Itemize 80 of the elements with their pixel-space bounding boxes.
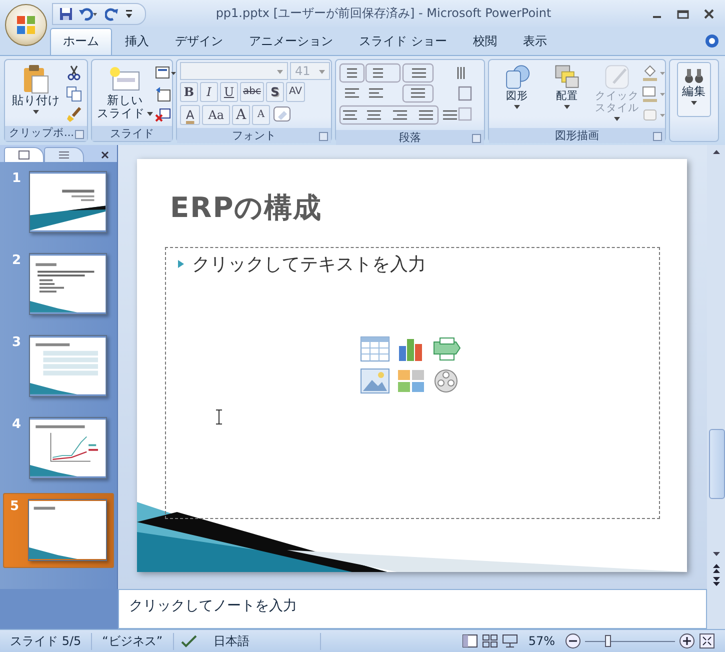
eraser-icon[interactable] (272, 104, 292, 123)
slideshow-icon[interactable] (502, 634, 518, 648)
customize-icon[interactable] (125, 8, 133, 19)
group-label: スライド (110, 126, 154, 141)
fill-bucket-icon[interactable] (642, 64, 666, 81)
sorter-view-icon[interactable] (482, 634, 498, 648)
shrink-font-button[interactable]: A (252, 104, 270, 125)
group-label: 段落 (399, 130, 421, 145)
group-label: 図形描画 (555, 128, 599, 143)
ribbon-tab[interactable]: デザイン (162, 28, 236, 55)
launcher-icon[interactable] (653, 132, 662, 141)
shadow-button[interactable]: S (266, 82, 284, 102)
edit-button[interactable]: 編集 (677, 62, 711, 117)
grow-font-button[interactable]: A (232, 104, 250, 125)
office-logo-icon (15, 14, 37, 36)
save-icon[interactable] (59, 6, 73, 21)
ribbon-tab[interactable]: 校閲 (460, 28, 510, 55)
zoom-level: 57% (528, 634, 555, 648)
change-case-button[interactable]: Aa (202, 104, 230, 125)
group-label: フォント (232, 128, 276, 143)
outline-pen-icon[interactable] (642, 86, 666, 102)
office-button[interactable] (5, 4, 47, 46)
outline-tab[interactable] (44, 146, 84, 162)
reset-icon[interactable] (155, 86, 171, 102)
table-icon[interactable] (360, 336, 390, 362)
drawing-button[interactable]: 配置 (542, 62, 592, 114)
spacing-button[interactable]: AV (286, 82, 306, 102)
content-placeholder[interactable]: クリックしてテキストを入力 (165, 246, 660, 519)
font-name-field[interactable] (180, 62, 288, 80)
slide-title: ERPの構成 (170, 190, 322, 226)
window-title: pp1.pptx [ユーザーが前回保存済み] - Microsoft PowerPoint (214, 5, 552, 22)
clipboard-icon (22, 64, 50, 94)
underline-button[interactable]: U (220, 82, 238, 102)
ribbon-tab[interactable]: アニメーション (236, 28, 346, 55)
maximize-icon[interactable] (677, 8, 689, 19)
zoom-out-icon[interactable] (565, 633, 581, 650)
ribbon-tab[interactable]: スライド ショー (346, 28, 460, 55)
brush-icon[interactable] (66, 106, 82, 123)
bullet-icon (178, 260, 184, 268)
bold-button[interactable]: B (180, 82, 198, 102)
diagram-icon[interactable] (432, 336, 462, 362)
image-icon[interactable] (360, 368, 390, 394)
help-icon[interactable] (705, 34, 719, 48)
italic-button[interactable]: I (200, 82, 218, 102)
launcher-icon[interactable] (472, 134, 481, 143)
strikethrough-button[interactable]: abc (240, 82, 264, 102)
text-cursor-icon (215, 408, 223, 425)
ribbon-tab[interactable]: 表示 (510, 28, 560, 55)
language: 日本語 (204, 632, 321, 650)
drawing-button[interactable]: 図形 (492, 62, 542, 114)
launcher-icon[interactable] (319, 132, 328, 141)
paste-button[interactable]: 貼り付け (10, 62, 62, 119)
ribbon-tab[interactable]: 挿入 (112, 28, 162, 55)
new-slide-button[interactable]: 新しい スライド (95, 62, 155, 122)
binoculars-icon (684, 66, 704, 85)
scroll-thumb[interactable] (708, 428, 724, 499)
slides-tab[interactable] (4, 146, 44, 162)
ribbon-tab[interactable]: ホーム (50, 28, 112, 55)
layout-icon[interactable] (155, 64, 177, 81)
fit-window-icon[interactable] (699, 633, 715, 650)
scissors-icon[interactable] (66, 64, 82, 81)
group-label: クリップボ... (9, 126, 74, 140)
notes-field[interactable]: クリックしてノートを入力 (118, 589, 707, 630)
copy-icon[interactable] (66, 86, 82, 102)
launcher-icon[interactable] (75, 130, 84, 139)
redo-icon[interactable] (105, 6, 119, 21)
theme-name: “ビジネス” (92, 632, 174, 650)
placeholder-text: クリックしてテキストを入力 (192, 252, 426, 276)
spell-check-icon[interactable] (180, 634, 198, 648)
normal-view-icon[interactable] (462, 634, 478, 648)
zoom-in-icon[interactable] (679, 633, 695, 650)
delete-slide-icon[interactable] (155, 106, 171, 123)
slide-icon (18, 150, 30, 160)
close-icon[interactable] (703, 8, 715, 19)
close-icon[interactable] (101, 150, 109, 159)
clip-art-icon[interactable] (396, 368, 426, 394)
slide-counter: スライド 5/5 (0, 632, 92, 650)
outline-icon (58, 150, 70, 160)
undo-icon[interactable] (79, 6, 99, 21)
font-color-button[interactable]: A (180, 104, 200, 125)
